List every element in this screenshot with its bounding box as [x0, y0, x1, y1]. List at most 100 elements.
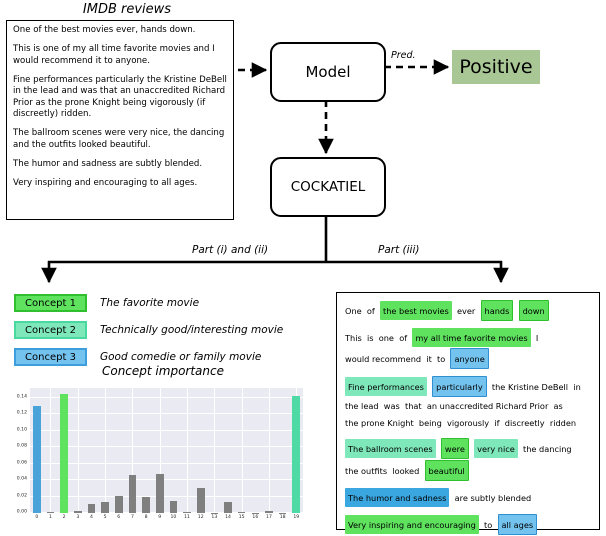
text-token: the outfits [345, 465, 388, 476]
cockatiel-node[interactable]: COCKATIEL [270, 157, 386, 217]
concept-1-description: The favorite movie [100, 297, 200, 309]
chart-title: Concept importance [101, 364, 224, 378]
chart-bar [237, 512, 246, 513]
text-token: in [573, 381, 581, 392]
chart-x-tick-label: 7 [130, 515, 134, 520]
attribution-line: the lead was that an unaccredited Richar… [345, 398, 591, 414]
chart-bar-column[interactable]: 17 [262, 388, 276, 520]
highlighted-token: the best movies [380, 301, 452, 320]
highlighted-token: particularly [432, 376, 487, 397]
attribution-line: the outfits looked beautiful [345, 460, 591, 481]
highlighted-token: my all time favorite movies [412, 328, 531, 347]
chart-x-tick-label: 15 [238, 515, 245, 520]
highlighted-token: all ages [497, 514, 538, 535]
text-token: was [383, 401, 400, 411]
review-paragraph: One of the best movies ever, hands down. [13, 25, 196, 35]
chart-bar-column[interactable]: 5 [98, 388, 112, 520]
legend-item-concept-2: Concept 2 Technically good/interesting m… [14, 321, 314, 339]
chart-y-tick-label: 0.06 [16, 460, 27, 466]
chart-bar-column[interactable]: 2 [57, 388, 71, 520]
attribution-paragraph: Fine performances particularly the Krist… [345, 376, 591, 431]
text-token: ever [457, 305, 476, 316]
legend-item-concept-1: Concept 1 The favorite movie [14, 294, 314, 312]
chart-bar-column[interactable]: 13 [208, 388, 222, 520]
concept-2-chip: Concept 2 [14, 321, 87, 339]
text-token: vigorously [447, 418, 490, 428]
chart-x-tick-label: 2 [62, 515, 66, 520]
text-token: an unaccredited Richard Prior [426, 401, 549, 411]
chart-bar-column[interactable]: 14 [221, 388, 235, 520]
chart-bar [128, 475, 137, 513]
concept-importance-chart: 0.00 0.02 0.04 0.06 0.08 0.10 0.12 0.14 0123456… [8, 385, 308, 533]
text-token: that [405, 401, 422, 411]
chart-x-tick-label: 1 [49, 515, 52, 520]
chart-bar [60, 393, 68, 513]
chart-plot-area: 0.00 0.02 0.04 0.06 0.08 0.10 0.12 0.14 0123456… [17, 388, 303, 520]
text-token: ridden [549, 418, 577, 428]
text-token: it [426, 353, 432, 364]
chart-bar [292, 396, 301, 513]
attribution-paragraph: Very inspiring and encouraging to all ag… [345, 514, 591, 535]
chart-bar-column[interactable]: 19 [289, 388, 303, 520]
chart-bar [155, 474, 164, 513]
chart-bar-column[interactable]: 15 [235, 388, 249, 520]
prediction-result-badge: Positive [452, 50, 540, 84]
chart-bar-column[interactable]: 3 [71, 388, 85, 520]
chart-bar [87, 503, 96, 513]
highlighted-token: were [440, 438, 469, 459]
chart-bar-column[interactable]: 12 [194, 388, 208, 520]
concept-2-chip-label: Concept 2 [25, 324, 76, 336]
model-node-label: Model [305, 63, 351, 81]
chart-y-tick-label: 0.00 [16, 509, 27, 515]
chart-bar [73, 510, 82, 513]
highlighted-token: anyone [450, 348, 489, 369]
chart-y-tick-label: 0.02 [16, 493, 27, 499]
prediction-edge-label: Pred. [391, 50, 416, 61]
chart-y-tick-label: 0.12 [16, 410, 27, 416]
chart-bar-column[interactable]: 10 [167, 388, 181, 520]
review-paragraph: This is one of my all time favorite movi… [13, 44, 215, 66]
attribution-line: The ballroom scenes were very nice the d… [345, 438, 591, 459]
chart-x-tick-label: 6 [117, 515, 121, 520]
text-token: the prone Knight [345, 418, 414, 428]
chart-x-tick-label: 4 [89, 515, 93, 520]
chart-bar [265, 511, 273, 513]
review-paragraph: The humor and sadness are subtly blended… [13, 159, 203, 170]
concept-3-description: Good comedie or family movie [100, 351, 262, 363]
branch-label-left: Part (i) and (ii) [192, 244, 269, 256]
attribution-line: The humor and sadness are subtly blended [345, 488, 591, 507]
text-token: if [494, 418, 500, 428]
chart-bar-column[interactable]: 1 [44, 388, 58, 520]
chart-x-tick-label: 14 [225, 515, 231, 520]
cockatiel-node-label: COCKATIEL [290, 179, 366, 195]
chart-bar [46, 512, 55, 513]
chart-y-tick-label: 0.10 [16, 427, 27, 433]
text-token: of [399, 332, 408, 343]
attribution-line: would recommend it to anyone [345, 348, 591, 369]
chart-bars: 0 1 2 3 4 5 6 7 8 9 10 11 12 13 14 15 16 17 18 19 [30, 388, 303, 520]
chart-bar [33, 406, 41, 513]
review-paragraph: Very inspiring and encouraging to all ag… [13, 178, 198, 189]
chart-bar [196, 488, 205, 513]
text-token: are subtly blended [454, 492, 532, 503]
text-token: the lead [345, 401, 379, 411]
chart-x-tick-label: 19 [293, 515, 300, 520]
chart-bar [101, 502, 109, 513]
chart-bar-column[interactable]: 9 [153, 388, 167, 520]
chart-bar-column[interactable]: 0 [30, 388, 44, 520]
chart-bar-column[interactable]: 16 [249, 388, 263, 520]
chart-bar-column[interactable]: 18 [276, 388, 290, 520]
attribution-paragraph: The ballroom scenes were very nice the d… [345, 438, 591, 481]
chart-bar-column[interactable]: 4 [85, 388, 99, 520]
chart-bar-column[interactable]: 6 [112, 388, 126, 520]
text-token: one [378, 332, 394, 343]
chart-x-tick-label: 16 [252, 515, 259, 520]
model-node[interactable]: Model [270, 42, 386, 102]
chart-bar-column[interactable]: 8 [139, 388, 153, 520]
highlighted-token: down [518, 300, 549, 321]
attribution-paragraph: This is one of my all time favorite movi… [345, 328, 591, 369]
imdb-panel-title: IMDB reviews [82, 2, 172, 17]
chart-bar [169, 500, 178, 513]
chart-bar-column[interactable]: 11 [180, 388, 194, 520]
chart-bar-column[interactable]: 7 [126, 388, 140, 520]
